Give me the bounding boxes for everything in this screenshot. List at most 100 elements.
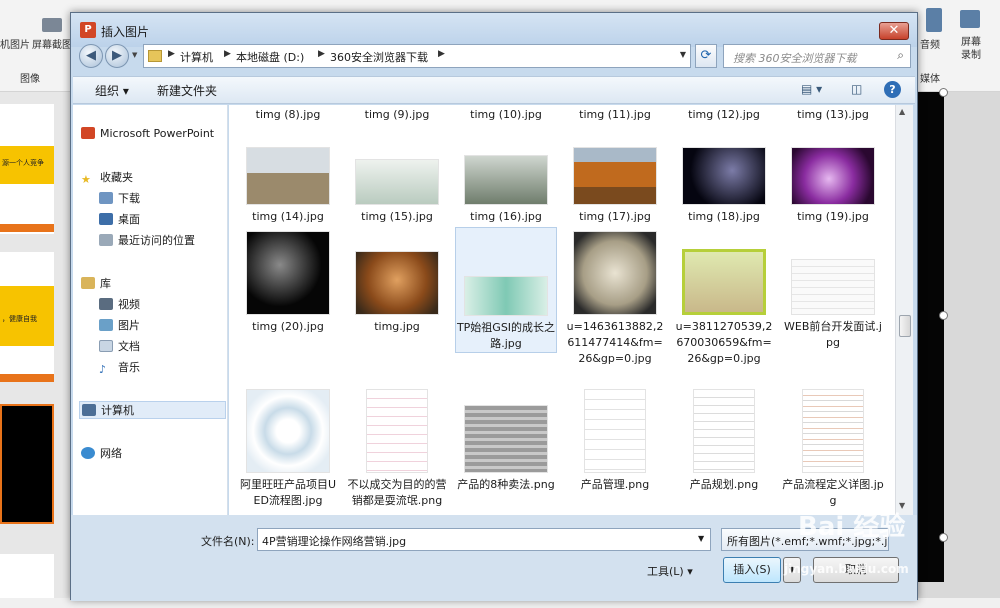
- file-item[interactable]: 不以成交为目的的营销都是耍流氓.png: [346, 389, 448, 509]
- nav-videos[interactable]: 视频: [99, 296, 140, 314]
- filename-label: 文件名(N):: [201, 535, 255, 548]
- slide-thumbnail[interactable]: ，健康自我: [0, 252, 54, 382]
- file-item[interactable]: timg (19).jpg: [782, 147, 884, 225]
- scroll-up-icon[interactable]: ▲: [899, 107, 905, 116]
- file-thumbnail: [584, 389, 646, 473]
- nav-libraries[interactable]: 库: [81, 275, 111, 293]
- file-item[interactable]: u=1463613882,2611477414&fm=26&gp=0.jpg: [564, 231, 666, 367]
- tools-menu[interactable]: 工具(L) ▾: [647, 563, 693, 579]
- star-icon: ★: [81, 173, 91, 186]
- music-icon: ♪: [99, 363, 107, 376]
- desktop-icon: [99, 213, 113, 225]
- file-list: timg (8).jpg timg (9).jpg timg (10).jpg …: [229, 105, 895, 515]
- breadcrumb-separator-icon[interactable]: ▶: [168, 49, 175, 59]
- audio-icon[interactable]: [926, 8, 942, 32]
- file-item[interactable]: timg (12).jpg: [673, 105, 775, 123]
- file-item[interactable]: timg (16).jpg: [455, 155, 557, 225]
- file-item[interactable]: timg (13).jpg: [782, 105, 884, 123]
- file-item[interactable]: timg (14).jpg: [237, 147, 339, 225]
- file-item[interactable]: timg (17).jpg: [564, 147, 666, 225]
- breadcrumb-computer[interactable]: 计算机: [180, 49, 213, 65]
- record-screen-button[interactable]: 屏幕 录制: [958, 36, 984, 62]
- screenshot-icon[interactable]: [42, 18, 62, 32]
- filename-dropdown-icon[interactable]: ▼: [698, 534, 704, 543]
- nav-computer[interactable]: 计算机: [79, 401, 226, 419]
- organize-menu[interactable]: 组织 ▾: [95, 82, 129, 99]
- breadcrumb-local-disk[interactable]: 本地磁盘 (D:): [236, 49, 304, 65]
- vertical-scrollbar[interactable]: ▲ ▼: [895, 105, 913, 515]
- screenshot-button[interactable]: 屏幕截图: [32, 36, 72, 51]
- nav-pictures[interactable]: 图片: [99, 317, 140, 335]
- address-bar[interactable]: ▶ 计算机 ▶ 本地磁盘 (D:) ▶ 360安全浏览器下载 ▶ ▼: [143, 44, 691, 68]
- navigation-pane: Microsoft PowerPoint ★ 收藏夹 下载 桌面 最近访问的位置 …: [73, 105, 228, 515]
- file-thumbnail: [573, 147, 657, 205]
- search-input[interactable]: 搜索 360安全浏览器下载: [733, 50, 857, 66]
- refresh-button[interactable]: ⟳: [695, 44, 717, 68]
- resize-handle[interactable]: [939, 88, 948, 97]
- file-item[interactable]: timg (9).jpg: [346, 105, 448, 123]
- recent-places-icon: [99, 234, 113, 246]
- file-item-selected[interactable]: TP始祖GSI的成长之路.jpg: [455, 227, 557, 353]
- slide-thumbnails-pane: 源一个人竞争 ，健康自我: [0, 92, 70, 608]
- file-item[interactable]: timg (15).jpg: [346, 159, 448, 225]
- resize-handle[interactable]: [939, 311, 948, 320]
- record-screen-icon[interactable]: [960, 10, 980, 28]
- file-thumbnail: [246, 147, 330, 205]
- nav-documents[interactable]: 文档: [99, 338, 140, 356]
- file-thumbnail: [464, 155, 548, 205]
- command-toolbar: 组织 ▾ 新建文件夹 ▤ ▾ ◫ ?: [73, 76, 915, 104]
- file-thumbnail: [791, 147, 875, 205]
- preview-pane-icon[interactable]: ◫: [851, 82, 862, 96]
- file-item[interactable]: 产品规划.png: [673, 389, 775, 493]
- slide-thumbnail[interactable]: 源一个人竞争: [0, 104, 54, 234]
- help-icon[interactable]: ?: [884, 81, 901, 98]
- file-item[interactable]: 产品流程定义详图.jpg: [782, 389, 884, 509]
- nav-recent[interactable]: 最近访问的位置: [99, 232, 195, 250]
- file-item[interactable]: timg (10).jpg: [455, 105, 557, 123]
- nav-downloads[interactable]: 下载: [99, 190, 140, 208]
- back-button[interactable]: ◀: [79, 44, 103, 68]
- file-item[interactable]: timg (8).jpg: [237, 105, 339, 123]
- file-item[interactable]: 产品管理.png: [564, 389, 666, 493]
- network-icon: [81, 447, 95, 459]
- close-button[interactable]: ✕: [879, 22, 909, 40]
- scrollbar-thumb[interactable]: [899, 315, 911, 337]
- file-item[interactable]: timg (20).jpg: [237, 231, 339, 335]
- file-item[interactable]: timg (11).jpg: [564, 105, 666, 123]
- breadcrumb-folder[interactable]: 360安全浏览器下载: [330, 49, 428, 65]
- nav-favorites[interactable]: ★ 收藏夹: [81, 169, 133, 187]
- file-item[interactable]: 产品的8种卖法.png: [455, 405, 557, 493]
- address-dropdown-icon[interactable]: ▼: [680, 50, 686, 59]
- image-group-label: 图像: [20, 74, 40, 85]
- nav-powerpoint[interactable]: Microsoft PowerPoint: [81, 127, 214, 145]
- file-item[interactable]: timg.jpg: [346, 251, 448, 335]
- file-thumbnail: [682, 147, 766, 205]
- file-item[interactable]: timg (18).jpg: [673, 147, 775, 225]
- insert-button[interactable]: 插入(S): [723, 557, 781, 583]
- dialog-title: 插入图片: [101, 25, 150, 39]
- recent-pages-dropdown[interactable]: ▼: [132, 51, 137, 59]
- left-cut-button[interactable]: 机图片: [0, 36, 30, 51]
- navigation-bar: ◀ ▶ ▼ ▶ 计算机 ▶ 本地磁盘 (D:) ▶ 360安全浏览器下载 ▶ ▼…: [71, 41, 917, 77]
- search-box[interactable]: 搜索 360安全浏览器下载 ⌕: [723, 44, 911, 68]
- file-thumbnail: [355, 159, 439, 205]
- file-item[interactable]: 阿里旺旺产品项目UED流程图.jpg: [237, 389, 339, 509]
- new-folder-button[interactable]: 新建文件夹: [157, 82, 217, 99]
- file-item[interactable]: u=3811270539,2670030659&fm=26&gp=0.jpg: [673, 249, 775, 367]
- filename-input[interactable]: 4P营销理论操作网络营销.jpg: [257, 528, 711, 551]
- nav-network[interactable]: 网络: [81, 445, 122, 463]
- search-icon[interactable]: ⌕: [897, 48, 904, 63]
- audio-button[interactable]: 音频: [920, 36, 940, 51]
- breadcrumb-separator-icon[interactable]: ▶: [318, 49, 325, 59]
- breadcrumb-separator-icon[interactable]: ▶: [224, 49, 231, 59]
- nav-music[interactable]: ♪ 音乐: [99, 359, 140, 377]
- slide-thumbnail[interactable]: [0, 554, 54, 604]
- video-icon: [99, 298, 113, 310]
- nav-desktop[interactable]: 桌面: [99, 211, 140, 229]
- pictures-icon: [99, 319, 113, 331]
- slide-thumbnail-selected[interactable]: [0, 404, 54, 524]
- view-options-icon[interactable]: ▤ ▾: [801, 82, 822, 96]
- file-item[interactable]: WEB前台开发面试.jpg: [782, 259, 884, 351]
- forward-button[interactable]: ▶: [105, 44, 129, 68]
- breadcrumb-separator-icon[interactable]: ▶: [438, 49, 445, 59]
